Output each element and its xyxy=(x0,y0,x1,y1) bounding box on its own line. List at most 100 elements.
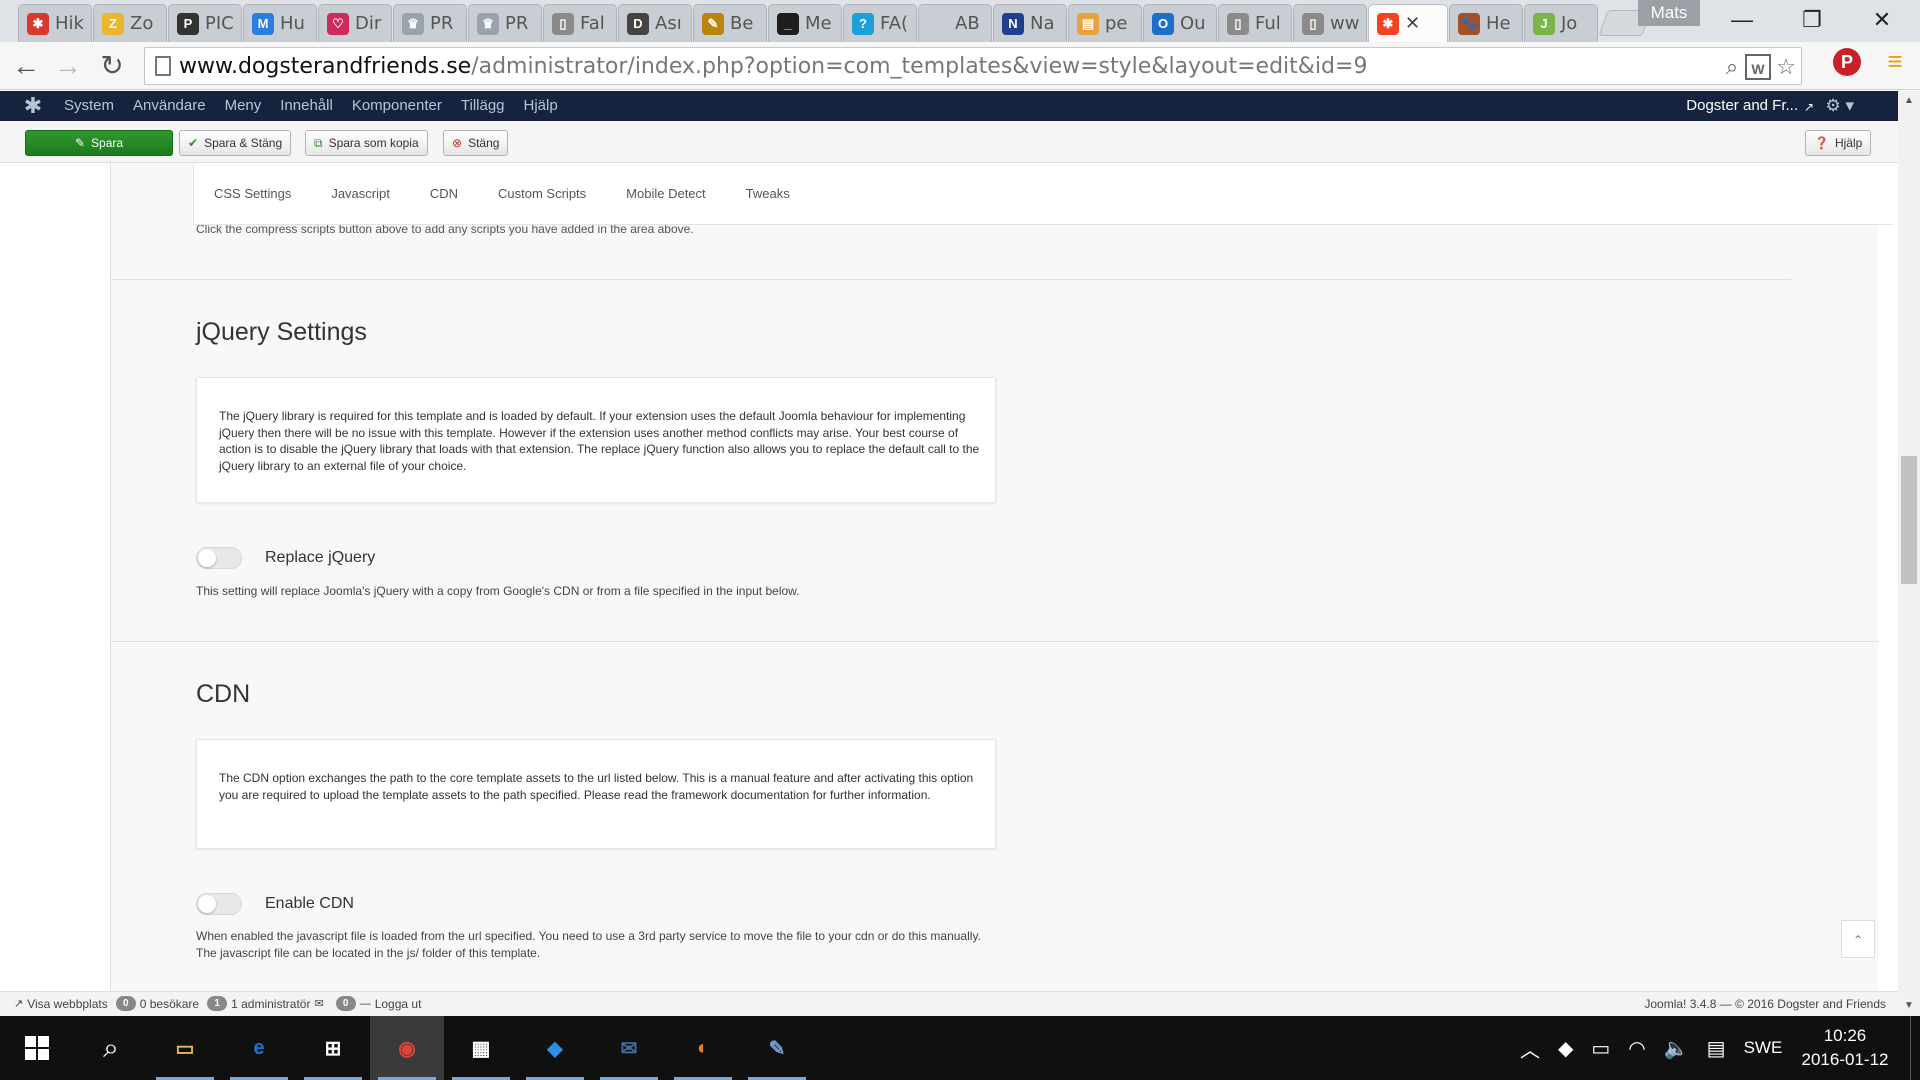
external-link-icon[interactable]: ↗ xyxy=(1804,91,1814,123)
settings-tab[interactable]: Mobile Detect xyxy=(626,186,705,201)
calculator-icon: ▦ xyxy=(471,1037,491,1060)
admin-menu-item[interactable]: Tillägg xyxy=(461,91,505,121)
browser-tab[interactable]: ✎ Be xyxy=(693,4,767,42)
browser-tab[interactable]: D Ası xyxy=(618,4,692,42)
battery-icon[interactable]: ▭ xyxy=(1591,1036,1610,1061)
bookmark-star-icon[interactable]: ☆ xyxy=(1773,54,1799,80)
save-close-button[interactable]: ✔ Spara & Stäng xyxy=(179,130,292,156)
taskbar-app[interactable]: ✎ xyxy=(740,1016,814,1080)
profile-button[interactable]: Mats xyxy=(1638,0,1700,26)
browser-tab[interactable]: M Hu xyxy=(243,4,317,42)
joomla-logo-icon[interactable]: ✱ xyxy=(22,95,44,117)
minimize-button[interactable]: — xyxy=(1714,0,1770,40)
clock[interactable]: 10:26 2016-01-12 xyxy=(1790,1024,1900,1072)
admin-menu-item[interactable]: Meny xyxy=(225,91,262,121)
scroll-down-icon[interactable]: ▼ xyxy=(1898,996,1920,1016)
action-center-icon[interactable]: ▤ xyxy=(1707,1036,1726,1061)
browser-tab[interactable]: ♛ PR xyxy=(393,4,467,42)
back-arrow-icon[interactable]: ← xyxy=(8,48,44,84)
admin-menu-item[interactable]: Innehåll xyxy=(280,91,333,121)
language-indicator[interactable]: SWE xyxy=(1744,1038,1783,1058)
browser-tab[interactable]: J Jo xyxy=(1524,4,1598,42)
admin-menu-item[interactable]: Komponenter xyxy=(352,91,442,121)
taskbar-app[interactable]: ◆ xyxy=(518,1016,592,1080)
search-icon[interactable]: ⌕ xyxy=(74,1016,148,1080)
logout-link[interactable]: Logga ut xyxy=(375,997,422,1011)
settings-tab[interactable]: CSS Settings xyxy=(214,186,291,201)
store-icon: ⊞ xyxy=(324,1037,342,1060)
browser-tab[interactable]: ♡ Dir xyxy=(318,4,392,42)
page-icon: ▯ xyxy=(1302,12,1324,35)
windows-logo-icon xyxy=(25,1036,49,1060)
version-link[interactable]: Joomla! 3.4.8 xyxy=(1644,997,1716,1011)
save-button[interactable]: ✎ Spara xyxy=(25,130,173,156)
window-close-button[interactable]: ✕ xyxy=(1854,0,1910,40)
taskbar-app[interactable]: ◉ xyxy=(370,1016,444,1080)
page-scrollbar[interactable]: ▲ ▼ xyxy=(1898,91,1920,1016)
chevron-up-icon[interactable]: ︿ xyxy=(1520,1034,1540,1063)
template-settings-panel: Click the compress scripts button above … xyxy=(110,163,1893,991)
browser-tab[interactable]: N Na xyxy=(993,4,1067,42)
start-button[interactable] xyxy=(0,1016,74,1080)
help-button[interactable]: ❓ Hjälp xyxy=(1805,130,1872,156)
taskbar-app[interactable]: ⊞ xyxy=(296,1016,370,1080)
dropbox-tray-icon[interactable]: ◆ xyxy=(1558,1036,1573,1061)
taskbar-app[interactable]: ✉ xyxy=(592,1016,666,1080)
admins-label: 1 administratör xyxy=(231,996,311,1011)
external-link-icon: ↗ xyxy=(14,998,24,1010)
settings-tab[interactable]: CDN xyxy=(430,186,458,201)
forward-arrow-icon[interactable]: → xyxy=(50,48,86,84)
url-text[interactable]: www.dogsterandfriends.se/administrator/i… xyxy=(179,54,1367,79)
dropbox-icon: ◆ xyxy=(547,1037,563,1060)
reload-icon[interactable]: ↻ xyxy=(94,48,130,84)
scroll-thumb[interactable] xyxy=(1901,456,1917,584)
admin-menu-item[interactable]: System xyxy=(64,91,114,121)
enable-cdn-toggle[interactable] xyxy=(196,893,242,915)
browser-tab[interactable]: ▯ Ful xyxy=(1218,4,1292,42)
browser-tab[interactable]: ? FA( xyxy=(843,4,917,42)
search-icon[interactable]: ⌕ xyxy=(1719,54,1745,80)
restore-button[interactable]: ❐ xyxy=(1784,0,1840,40)
save-copy-button[interactable]: ⧉ Spara som kopia xyxy=(305,130,428,156)
taskbar-app[interactable]: e xyxy=(222,1016,296,1080)
taskbar-app[interactable]: ▭ xyxy=(148,1016,222,1080)
browser-tab[interactable]: ♛ PR xyxy=(468,4,542,42)
close-button[interactable]: ⊗ Stäng xyxy=(443,130,509,156)
wifi-icon[interactable]: ◠ xyxy=(1628,1036,1645,1061)
settings-tab[interactable]: Custom Scripts xyxy=(498,186,586,201)
browser-tab[interactable]: AB xyxy=(918,4,992,42)
admin-menu-item[interactable]: Användare xyxy=(133,91,206,121)
replace-jquery-toggle[interactable] xyxy=(196,547,242,569)
browser-tab[interactable]: ✱ ✕ xyxy=(1368,4,1448,42)
gear-icon[interactable]: ⚙ ▾ xyxy=(1826,91,1855,121)
dm-icon: D xyxy=(627,12,649,35)
browser-tab[interactable]: _ Me xyxy=(768,4,842,42)
menu-hamburger-icon[interactable]: ≡ xyxy=(1880,46,1910,76)
address-bar[interactable]: www.dogsterandfriends.se/administrator/i… xyxy=(144,47,1802,85)
browser-tab[interactable]: P PIC xyxy=(168,4,242,42)
settings-tab[interactable]: Javascript xyxy=(331,186,390,201)
show-desktop-button[interactable] xyxy=(1910,1016,1920,1080)
browser-tab[interactable]: 🐾 He xyxy=(1449,4,1523,42)
volume-icon[interactable]: 🔈 xyxy=(1664,1036,1689,1061)
view-site-link[interactable]: Visa webbplats xyxy=(27,997,108,1011)
wordpress-extension-icon[interactable]: W xyxy=(1745,54,1771,80)
page-info-icon[interactable] xyxy=(155,56,171,76)
site-name-link[interactable]: Dogster and Fr... xyxy=(1686,91,1798,121)
tab-close-icon[interactable]: ✕ xyxy=(1405,13,1420,34)
settings-tab[interactable]: Tweaks xyxy=(746,186,790,201)
admin-menu-item[interactable]: Hjälp xyxy=(524,91,558,121)
browser-tab[interactable]: ▯ ww xyxy=(1293,4,1367,42)
browser-tab[interactable]: ✱ Hik xyxy=(18,4,92,42)
back-to-top-button[interactable]: ⌃ xyxy=(1841,920,1875,958)
browser-tab[interactable]: ▤ pe xyxy=(1068,4,1142,42)
browser-tab[interactable]: ▯ Fal xyxy=(543,4,617,42)
scroll-up-icon[interactable]: ▲ xyxy=(1898,91,1920,111)
taskbar-app[interactable]: ◐ xyxy=(666,1016,740,1080)
tab-title: Be xyxy=(730,13,754,34)
browser-tab[interactable]: Z Zo xyxy=(93,4,167,42)
taskbar-app[interactable]: ▦ xyxy=(444,1016,518,1080)
tab-title: PIC xyxy=(205,13,234,34)
browser-tab[interactable]: O Ou xyxy=(1143,4,1217,42)
pinterest-extension-icon[interactable]: P xyxy=(1832,46,1862,76)
